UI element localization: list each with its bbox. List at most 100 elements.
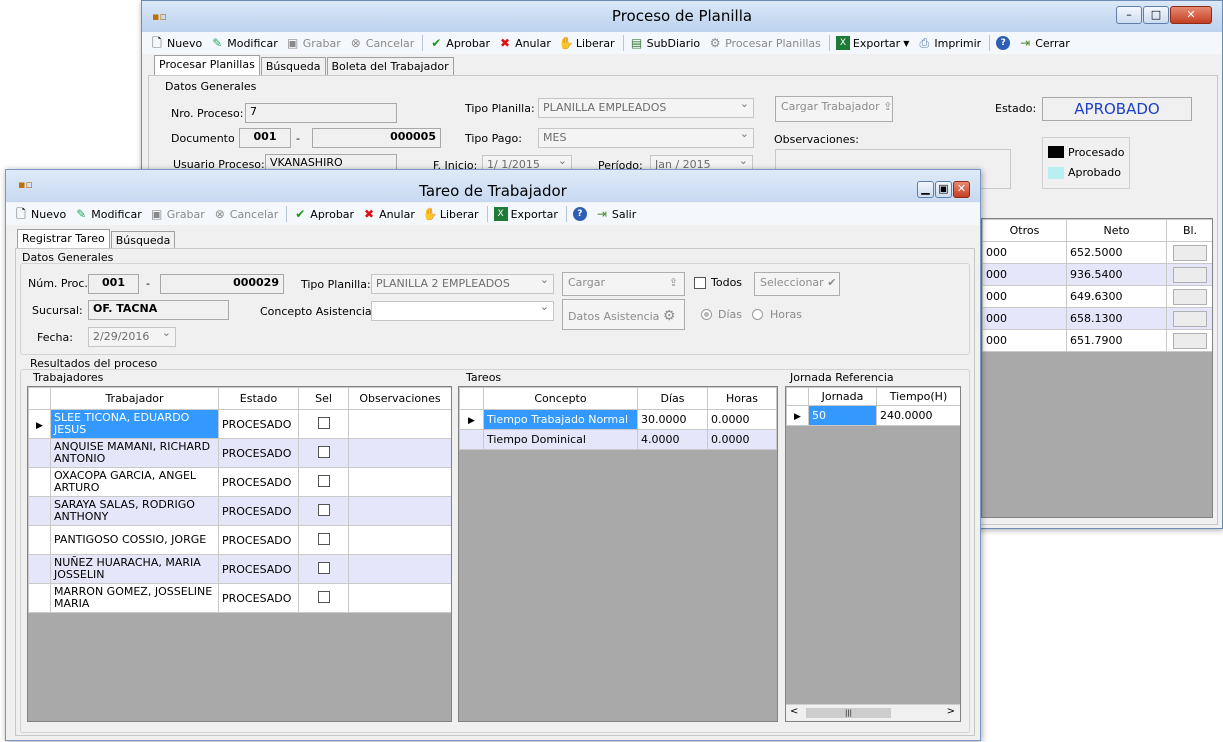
nro-proceso-field[interactable]: 7	[245, 103, 397, 123]
column-header-otros[interactable]: Otros	[982, 219, 1067, 242]
table-row[interactable]: 000 652.5000	[982, 241, 1212, 264]
trabajador-cell[interactable]: OXACOPA GARCIA, ANGEL ARTURO	[50, 467, 219, 497]
anular-button[interactable]: ✖ Anular	[498, 36, 551, 50]
bl-button[interactable]	[1173, 310, 1207, 327]
liberar-button[interactable]: ✋ Liberar	[559, 36, 615, 50]
observaciones-cell[interactable]	[348, 525, 451, 555]
exportar-button[interactable]: X Exportar	[493, 207, 558, 221]
tiempo-cell[interactable]: 240.0000	[876, 405, 960, 426]
imprimir-button[interactable]: ⎙ Imprimir	[917, 36, 982, 50]
liberar-button[interactable]: ✋ Liberar	[423, 207, 479, 221]
trabajador-cell[interactable]: NUÑEZ HUARACHA, MARIA JOSSELIN	[50, 554, 219, 584]
horas-cell[interactable]: 0.0000	[707, 409, 777, 430]
aprobar-button[interactable]: ✔ Aprobar	[293, 207, 354, 221]
column-header-dias[interactable]: Días	[637, 387, 708, 410]
table-row[interactable]: PANTIGOSO COSSIO, JORGE PROCESADO	[28, 525, 451, 555]
cerrar-button[interactable]: ⇥ Cerrar	[1018, 36, 1070, 50]
bl-button[interactable]	[1173, 244, 1207, 261]
column-header-neto[interactable]: Neto	[1066, 219, 1167, 242]
sel-checkbox[interactable]	[317, 474, 330, 487]
table-row[interactable]: NUÑEZ HUARACHA, MARIA JOSSELIN PROCESADO	[28, 554, 451, 584]
table-row[interactable]: 000 936.5400	[982, 263, 1212, 286]
sel-checkbox[interactable]	[317, 561, 330, 574]
observaciones-cell[interactable]	[348, 583, 451, 613]
fecha-field[interactable]: 2/29/2016	[88, 326, 176, 347]
minimize-button[interactable]: ▁	[917, 181, 934, 198]
cargar-button[interactable]: Cargar ⇪	[562, 272, 685, 296]
tipo-pago-combo[interactable]: MES	[538, 127, 754, 148]
datos-asistencia-button[interactable]: Datos Asistencia ⚙	[562, 299, 685, 330]
help-button[interactable]: ?	[572, 207, 587, 221]
cancelar-button[interactable]: ⊗ Cancelar	[349, 36, 415, 50]
doc-numero-field[interactable]: 000005	[312, 128, 441, 148]
row-header[interactable]: ▶	[459, 409, 484, 430]
observaciones-cell[interactable]	[348, 554, 451, 584]
concepto-cell[interactable]: Tiempo Dominical	[483, 429, 638, 450]
table-row[interactable]: Tiempo Dominical 4.0000 0.0000	[459, 429, 777, 450]
observaciones-cell[interactable]	[348, 496, 451, 526]
bl-button[interactable]	[1173, 266, 1207, 283]
modificar-button[interactable]: ✎ Modificar	[210, 36, 278, 50]
anular-button[interactable]: ✖ Anular	[362, 207, 415, 221]
scroll-thumb[interactable]: |||	[806, 708, 891, 718]
table-row[interactable]: MARRON GOMEZ, JOSSELINE MARIA PROCESADO	[28, 583, 451, 613]
nuevo-button[interactable]: 🗋 Nuevo	[150, 36, 202, 50]
help-button[interactable]: ?	[996, 36, 1011, 50]
trabajador-cell[interactable]: PANTIGOSO COSSIO, JORGE	[50, 525, 219, 555]
horizontal-scrollbar[interactable]: < ||| >	[786, 704, 960, 721]
seleccionar-button[interactable]: Seleccionar ✔	[754, 272, 840, 296]
row-header[interactable]	[28, 554, 51, 584]
column-header-jornada[interactable]: Jornada	[808, 387, 877, 406]
dias-cell[interactable]: 30.0000	[637, 409, 708, 430]
tipo-planilla-combo[interactable]: PLANILLA EMPLEADOS	[538, 97, 754, 118]
row-header[interactable]: ▶	[786, 405, 809, 426]
table-row[interactable]: OXACOPA GARCIA, ANGEL ARTURO PROCESADO	[28, 467, 451, 497]
table-row[interactable]: ▶ 50 240.0000	[786, 405, 960, 426]
horas-cell[interactable]: 0.0000	[707, 429, 777, 450]
column-header-estado[interactable]: Estado	[218, 387, 299, 410]
table-row[interactable]: 000 651.7900	[982, 329, 1212, 352]
column-header-tiempo[interactable]: Tiempo(H)	[876, 387, 960, 406]
observaciones-cell[interactable]	[348, 467, 451, 497]
maximize-button[interactable]: ▣	[935, 181, 952, 198]
table-row[interactable]: 000 649.6300	[982, 285, 1212, 308]
dias-radio[interactable]	[701, 309, 712, 320]
column-header-concepto[interactable]: Concepto	[483, 387, 638, 410]
table-row[interactable]: 000 658.1300	[982, 307, 1212, 330]
cargar-trabajador-button[interactable]: Cargar Trabajador ⇪	[775, 96, 893, 122]
table-row[interactable]: ▶ Tiempo Trabajado Normal 30.0000 0.0000	[459, 409, 777, 430]
row-header[interactable]	[28, 583, 51, 613]
column-header-horas[interactable]: Horas	[707, 387, 777, 410]
bl-button[interactable]	[1173, 288, 1207, 305]
scroll-right-arrow[interactable]: >	[947, 706, 955, 717]
horas-radio[interactable]	[752, 309, 763, 320]
table-row[interactable]: ANQUISE MAMANI, RICHARD ANTONIO PROCESADO	[28, 438, 451, 468]
salir-button[interactable]: ⇥ Salir	[595, 207, 636, 221]
sel-checkbox[interactable]	[317, 532, 330, 545]
sel-checkbox[interactable]	[317, 416, 330, 429]
concepto-asistencia-combo[interactable]	[371, 300, 554, 321]
row-header[interactable]: ▶	[28, 409, 51, 439]
cancelar-button[interactable]: ⊗ Cancelar	[213, 207, 279, 221]
sucursal-field[interactable]: OF. TACNA	[88, 300, 229, 320]
trabajador-cell[interactable]: SARAYA SALAS, RODRIGO ANTHONY	[50, 496, 219, 526]
nuevo-button[interactable]: 🗋 Nuevo	[14, 207, 66, 221]
dias-cell[interactable]: 4.0000	[637, 429, 708, 450]
num-numero-field[interactable]: 000029	[160, 274, 284, 294]
tab-registrar-tareo[interactable]: Registrar Tareo	[17, 229, 110, 249]
aprobar-button[interactable]: ✔ Aprobar	[429, 36, 490, 50]
observaciones-cell[interactable]	[348, 409, 451, 439]
table-row[interactable]: ▶ SLEE TICONA, EDUARDO JESUS PROCESADO	[28, 409, 451, 439]
trabajador-cell[interactable]: ANQUISE MAMANI, RICHARD ANTONIO	[50, 438, 219, 468]
procesar-planillas-button[interactable]: ⚙ Procesar Planillas	[708, 36, 821, 50]
close-button[interactable]: ✕	[953, 181, 970, 198]
concepto-cell[interactable]: Tiempo Trabajado Normal	[483, 409, 638, 430]
todos-checkbox[interactable]	[694, 277, 706, 289]
column-header-trabajador[interactable]: Trabajador	[50, 387, 219, 410]
row-header[interactable]	[28, 525, 51, 555]
subdiario-button[interactable]: ▤ SubDiario	[630, 36, 700, 50]
tab-procesar-planillas[interactable]: Procesar Planillas	[154, 55, 260, 75]
bl-button[interactable]	[1173, 332, 1207, 349]
row-header[interactable]	[28, 467, 51, 497]
close-button[interactable]: ✕	[1170, 6, 1212, 24]
